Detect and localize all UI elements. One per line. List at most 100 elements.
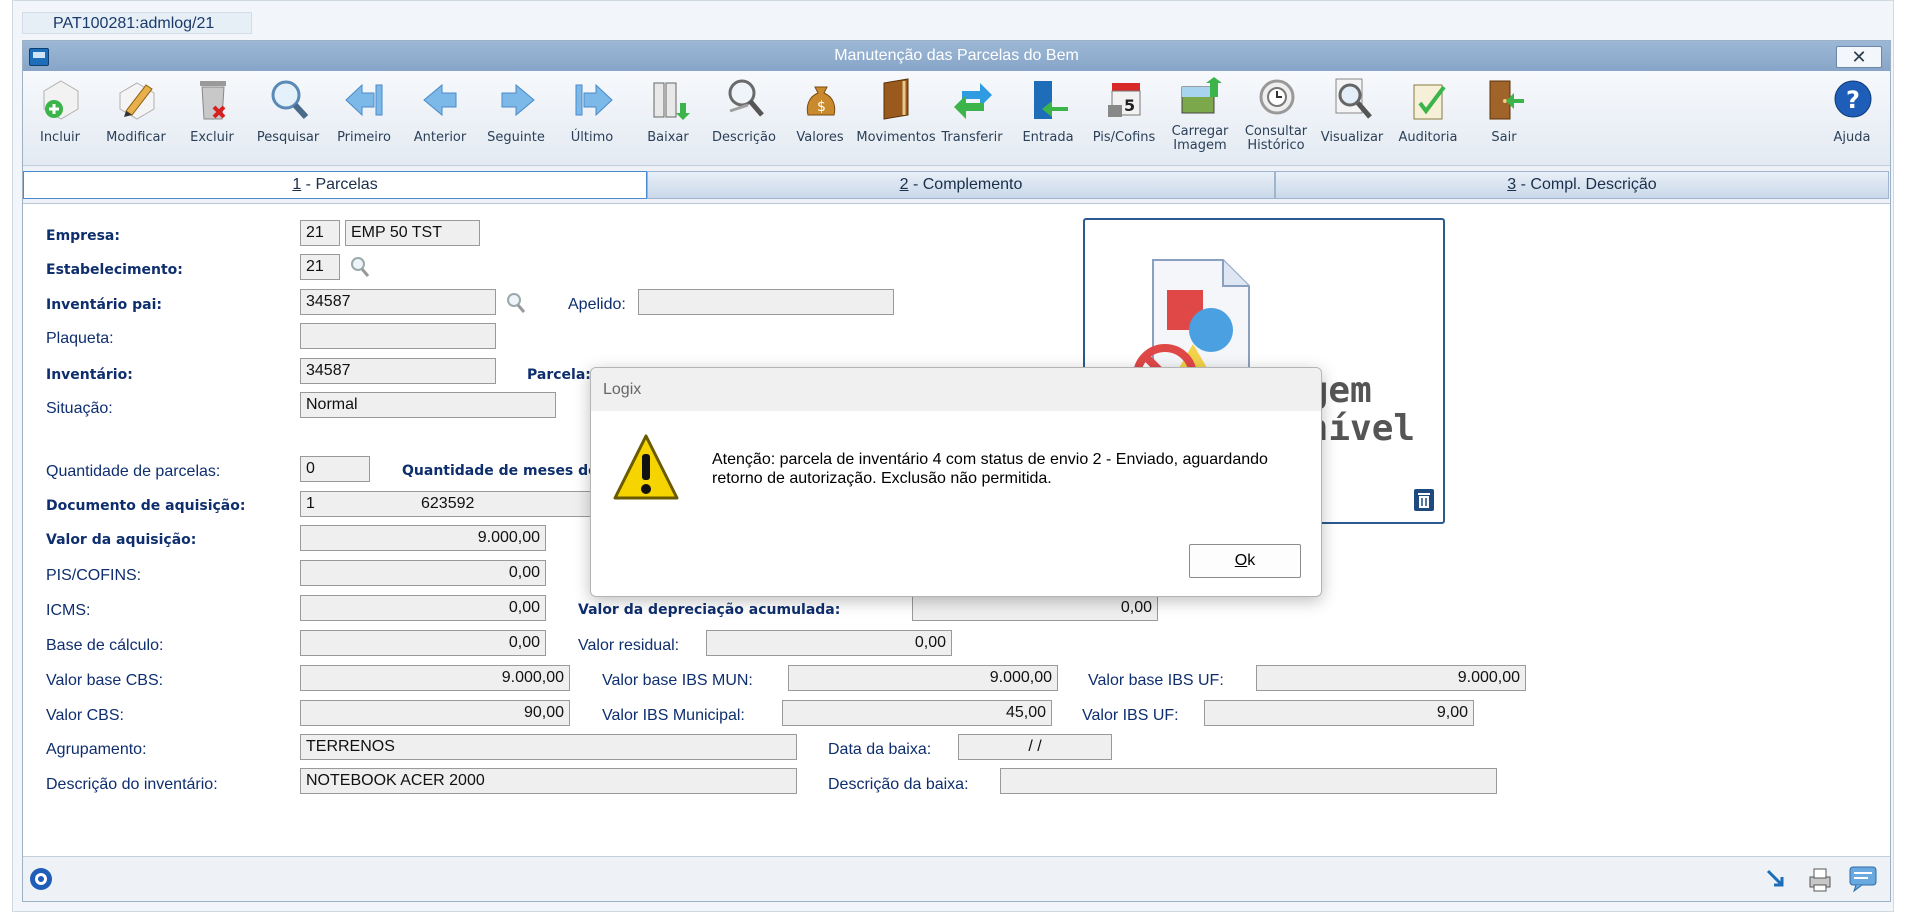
- consultar-historico-button[interactable]: Consultar Histórico: [1241, 75, 1311, 161]
- entrada-button[interactable]: Entrada: [1013, 75, 1083, 161]
- ok-hotkey: O: [1234, 552, 1248, 569]
- pesquisar-button[interactable]: Pesquisar: [253, 75, 323, 161]
- inventario-pai-field[interactable]: 34587: [300, 289, 496, 315]
- descricao-button[interactable]: Descrição: [709, 75, 779, 161]
- view-icon: [1335, 78, 1372, 119]
- valor-cbs-field[interactable]: 90,00: [300, 700, 570, 726]
- valor-base-ibs-mun-field[interactable]: 9.000,00: [788, 665, 1058, 691]
- dialog-message: Atenção: parcela de inventário 4 com sta…: [712, 451, 1268, 487]
- modificar-button[interactable]: Modificar: [101, 75, 171, 161]
- valor-residual-field[interactable]: 0,00: [706, 630, 952, 656]
- agrupamento-label: Agrupamento:: [46, 741, 147, 758]
- transfer-icon: [954, 83, 992, 119]
- toolbar-label: Movimentos: [856, 130, 936, 145]
- session-tab[interactable]: PAT100281:admlog/21: [22, 12, 252, 34]
- resize-icon[interactable]: [1764, 867, 1788, 891]
- anterior-button[interactable]: Anterior: [405, 75, 475, 161]
- valor-base-ibs-uf-field[interactable]: 9.000,00: [1256, 665, 1526, 691]
- parcela-label: Parcela:: [527, 367, 591, 383]
- valor-base-cbs-field[interactable]: 9.000,00: [300, 665, 570, 691]
- tab-hotkey: 3: [1507, 176, 1517, 193]
- baixar-button[interactable]: Baixar: [633, 75, 703, 161]
- toolbar-label: Modificar: [106, 130, 166, 145]
- valor-aquisicao-field[interactable]: 9.000,00: [300, 525, 546, 551]
- qtd-parcelas-field[interactable]: 0: [300, 456, 370, 482]
- data-baixa-label: Data da baixa:: [828, 741, 932, 758]
- data-baixa-field[interactable]: / /: [958, 734, 1112, 760]
- descricao-inventario-label: Descrição do inventário:: [46, 776, 218, 793]
- incluir-button[interactable]: Incluir: [25, 75, 95, 161]
- close-button[interactable]: ✕: [1836, 46, 1882, 68]
- transferir-button[interactable]: Transferir: [937, 75, 1007, 161]
- estabelecimento-field[interactable]: 21: [300, 254, 340, 280]
- valor-depreciacao-label: Valor da depreciação acumulada:: [578, 602, 841, 618]
- logix-dialog: Logix Atenção: parcela de inventário 4 c…: [590, 367, 1322, 597]
- auditoria-button[interactable]: Auditoria: [1393, 75, 1463, 161]
- tab-parcelas[interactable]: 1 - Parcelas: [23, 171, 647, 199]
- inventario-pai-label: Inventário pai:: [46, 297, 162, 313]
- toolbar-label: Sair: [1491, 130, 1517, 145]
- tab-bar: 1 - Parcelas 2 - Complemento 3 - Compl. …: [23, 171, 1890, 199]
- ultimo-button[interactable]: Último: [557, 75, 627, 161]
- tab-label: - Complemento: [908, 176, 1023, 193]
- valores-button[interactable]: $ Valores: [785, 75, 855, 161]
- toolbar: Incluir Modificar Excluir Pesquisar Prim…: [23, 71, 1890, 166]
- seguinte-button[interactable]: Seguinte: [481, 75, 551, 161]
- toolbar-label: Entrada: [1022, 130, 1074, 145]
- ajuda-button[interactable]: ? Ajuda: [1817, 75, 1887, 161]
- tab-compl-descricao[interactable]: 3 - Compl. Descrição: [1275, 171, 1889, 199]
- carregar-imagem-button[interactable]: Carregar Imagem: [1165, 75, 1235, 161]
- movimentos-button[interactable]: Movimentos: [856, 75, 936, 161]
- valor-aquisicao-label: Valor da aquisição:: [46, 532, 197, 548]
- toolbar-label: Carregar Imagem: [1171, 124, 1229, 153]
- tab-complemento[interactable]: 2 - Complemento: [647, 171, 1275, 199]
- inventario-field[interactable]: 34587: [300, 358, 496, 384]
- audit-icon: [1413, 84, 1446, 120]
- agrupamento-field[interactable]: TERRENOS: [300, 734, 797, 760]
- descricao-inventario-field[interactable]: NOTEBOOK ACER 2000: [300, 768, 797, 794]
- warning-icon: [613, 434, 679, 500]
- inventario-label: Inventário:: [46, 367, 133, 383]
- valor-ibs-municipal-field[interactable]: 45,00: [782, 700, 1052, 726]
- edit-icon: [119, 82, 155, 120]
- valor-depreciacao-field[interactable]: 0,00: [912, 595, 1158, 621]
- empresa-code-field[interactable]: 21: [300, 220, 340, 246]
- search-icon[interactable]: [350, 256, 370, 278]
- title-bar: Manutenção das Parcelas do Bem ✕: [23, 41, 1890, 71]
- tab-hotkey: 2: [899, 176, 909, 193]
- descricao-baixa-field[interactable]: [1000, 768, 1497, 794]
- icms-field[interactable]: 0,00: [300, 595, 546, 621]
- base-calculo-field[interactable]: 0,00: [300, 630, 546, 656]
- ok-label: k: [1247, 552, 1256, 569]
- toolbar-label: Auditoria: [1398, 130, 1458, 145]
- situacao-field[interactable]: Normal: [300, 392, 556, 418]
- search-icon[interactable]: [506, 292, 526, 314]
- load-image-icon: [1181, 77, 1222, 114]
- ok-button[interactable]: Ok: [1189, 544, 1301, 578]
- pis-cofins-button[interactable]: 5 Pis/Cofins: [1089, 75, 1159, 161]
- svg-text:5: 5: [1124, 96, 1135, 115]
- apelido-field[interactable]: [638, 289, 894, 315]
- valor-ibs-uf-field[interactable]: 9,00: [1204, 700, 1474, 726]
- write-off-icon: [653, 82, 690, 120]
- delete-image-icon[interactable]: [1413, 488, 1435, 512]
- toolbar-label: Visualizar: [1320, 130, 1384, 145]
- primeiro-button[interactable]: Primeiro: [329, 75, 399, 161]
- status-bar: [23, 856, 1890, 901]
- print-icon[interactable]: [1806, 865, 1834, 893]
- descricao-baixa-label: Descrição da baixa:: [828, 776, 969, 793]
- window-title: Manutenção das Parcelas do Bem: [834, 47, 1079, 64]
- message-icon[interactable]: [1848, 865, 1878, 893]
- next-arrow-icon: [501, 83, 535, 117]
- empresa-name-field[interactable]: EMP 50 TST: [345, 220, 480, 246]
- first-arrow-icon: [345, 83, 383, 117]
- sair-button[interactable]: Sair: [1469, 75, 1539, 161]
- help-icon: ?: [1834, 80, 1872, 118]
- documento-field[interactable]: 1 623592: [300, 491, 592, 517]
- visualizar-button[interactable]: Visualizar: [1317, 75, 1387, 161]
- book-icon: [883, 78, 909, 120]
- plaqueta-field[interactable]: [300, 323, 496, 349]
- pis-cofins-field[interactable]: 0,00: [300, 560, 546, 586]
- trash-icon: [200, 81, 226, 120]
- excluir-button[interactable]: Excluir: [177, 75, 247, 161]
